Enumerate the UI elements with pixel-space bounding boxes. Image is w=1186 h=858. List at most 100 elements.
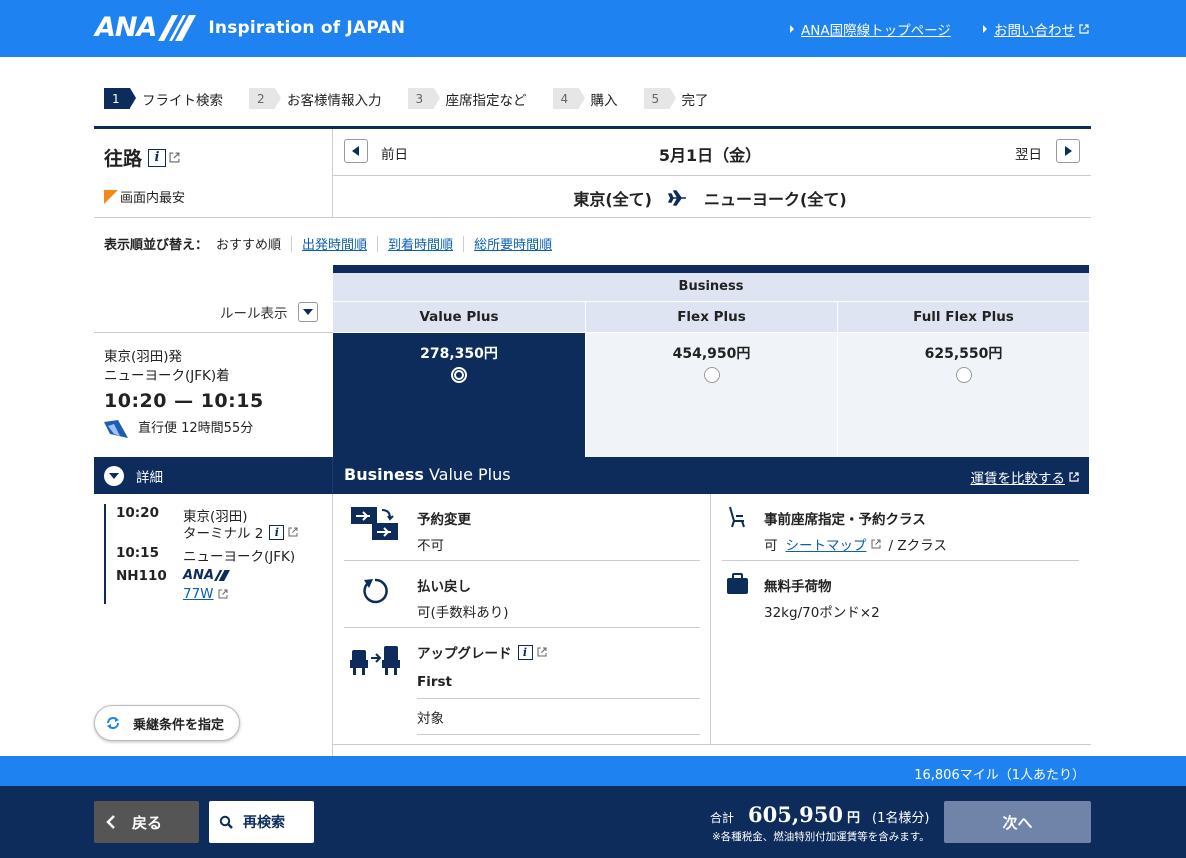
connection-conditions-label: 乗継条件を指定 [133, 717, 225, 733]
ana-logo[interactable]: ANA Inspiration of JAPAN [95, 12, 405, 43]
chevron-left-icon [106, 815, 115, 829]
arrow-right-icon [983, 25, 987, 33]
rule-display-toggle[interactable]: ルール表示 [220, 302, 318, 322]
fare-cell-flex-plus[interactable]: 454,950円 [586, 333, 837, 457]
rule-display-label: ルール表示 [220, 306, 288, 322]
logo-tagline: Inspiration of JAPAN [208, 17, 406, 38]
feature-value: 32kg/70ポンド×2 [764, 605, 880, 621]
arrival-airport: ニューヨーク(JFK)着 [104, 368, 230, 384]
step-complete: 5 完了 [643, 88, 709, 109]
flight-date: 5月1日（金） [658, 146, 762, 165]
miles-bar: 16,806マイル（1人あたり） [0, 756, 1186, 786]
feature-title-row: アップグレード i [417, 642, 547, 662]
back-button[interactable]: 戻る [94, 801, 199, 843]
site-header: ANA Inspiration of JAPAN ANA国際線トップページ お問… [0, 0, 1186, 57]
fare-price: 454,950円 [672, 346, 751, 362]
divider [463, 235, 465, 252]
step-customer-info: 2 お客様情報入力 [249, 88, 382, 109]
itinerary-dep-time: 10:20 [116, 505, 159, 521]
prev-day-label[interactable]: 前日 [381, 143, 408, 163]
cheapest-flag-icon [104, 189, 118, 204]
upgrade-class: First [417, 674, 452, 690]
total-amount: 605,950 [748, 802, 843, 827]
section-top-rule [94, 126, 1091, 129]
sort-arrival-link[interactable]: 到着時間順 [388, 234, 453, 253]
arrow-left-icon [352, 146, 359, 156]
airplane-icon [668, 190, 686, 206]
baggage-icon [727, 573, 748, 594]
sort-duration-link[interactable]: 総所要時間順 [474, 234, 552, 253]
step-number: 3 [407, 88, 440, 109]
search-icon [219, 815, 233, 829]
external-link-icon [288, 527, 298, 537]
feature-value: 不可 [417, 538, 444, 554]
cheapest-label: 画面内最安 [120, 191, 186, 206]
footer-bar: 戻る 再検索 合計 605,950 円 (1名様分) ※各種税金、燃油特別付加運… [0, 786, 1186, 858]
seat-icon [729, 506, 745, 528]
fare-radio-selected[interactable] [451, 367, 467, 383]
origin-destination: 東京(全て) ニューヨーク(全て) [560, 186, 860, 210]
fare-cell-full-flex-plus[interactable]: 625,550円 [838, 333, 1089, 457]
upgrade-seat-icon [350, 646, 400, 675]
prev-day-button[interactable] [344, 139, 368, 163]
external-link-icon [1069, 472, 1079, 482]
chevron-down-icon [104, 466, 124, 486]
connection-conditions-button[interactable]: 乗継条件を指定 [94, 705, 240, 741]
sort-current: おすすめ順 [216, 238, 282, 253]
total-currency: 円 [847, 811, 861, 826]
next-day-label[interactable]: 翌日 [1015, 143, 1042, 163]
next-button[interactable]: 次へ [944, 801, 1091, 843]
fare-price: 278,350円 [420, 346, 498, 362]
seatmap-link[interactable]: シートマップ [786, 534, 867, 554]
step-flight-search: 1 フライト検索 [104, 88, 223, 109]
step-number: 2 [249, 88, 281, 109]
seat-available: 可 [764, 538, 778, 554]
divider [377, 235, 379, 252]
ana-intl-top-link[interactable]: ANA国際線トップページ [790, 19, 951, 39]
sort-bar: 表示順並び替え： おすすめ順 出発時間順 到着時間順 総所要時間順 [104, 234, 552, 253]
fare-table-top-rule [333, 265, 1089, 273]
step-label: お客様情報入力 [287, 92, 382, 109]
research-button[interactable]: 再検索 [209, 801, 314, 843]
feature-title: アップグレード [417, 646, 512, 662]
sort-departure-link[interactable]: 出発時間順 [302, 234, 367, 253]
divider [332, 175, 1091, 176]
divider [332, 494, 333, 756]
chevron-down-icon[interactable] [297, 302, 318, 322]
divider [344, 627, 700, 628]
info-icon[interactable]: i [517, 644, 533, 660]
step-number: 4 [552, 88, 585, 109]
flight-summary: 東京(羽田)発 ニューヨーク(JFK)着 10:20 — 10:15 直行便 1… [104, 348, 264, 438]
compare-fares-link[interactable]: 運賃を比較する [971, 467, 1080, 487]
fare-cell-value-plus[interactable]: 278,350円 [333, 333, 585, 457]
itinerary-terminal-label: ターミナル 2 [183, 526, 264, 542]
fare-detail-fare-name: Value Plus [423, 465, 511, 484]
refresh-icon [107, 717, 119, 729]
cheapest-legend: 画面内最安 [104, 187, 185, 206]
fare-radio[interactable] [703, 367, 720, 383]
divider [417, 734, 700, 735]
fare-radio[interactable] [955, 367, 972, 383]
arrow-right-icon [790, 25, 794, 33]
cabin-header: Business [333, 273, 1089, 301]
feature-seat: 事前座席指定・予約クラス 可 シートマップ / Zクラス [764, 508, 947, 554]
fare-detail-cabin: Business [344, 465, 424, 484]
contact-link[interactable]: お問い合わせ [983, 19, 1089, 39]
fare-detail-title: Business Value Plus [344, 465, 511, 484]
feature-baggage: 無料手荷物 32kg/70ポンド×2 [764, 575, 880, 621]
departure-airport: 東京(羽田)発 [104, 349, 183, 365]
contact-label: お問い合わせ [994, 23, 1075, 39]
feature-value: 可(手数料あり) [417, 605, 509, 621]
ana-stripe-icon [214, 570, 231, 581]
external-link-icon [1079, 24, 1089, 34]
info-icon[interactable]: i [148, 148, 167, 167]
aircraft-link[interactable]: 77W [183, 586, 214, 602]
upgrade-eligibility: 対象 [417, 707, 444, 727]
feature-change: 予約変更 不可 [417, 508, 471, 554]
next-day-button[interactable] [1056, 139, 1080, 163]
itinerary-flight-no: NH110 [116, 568, 167, 584]
details-toggle[interactable]: 詳細 [104, 466, 163, 486]
fare-price: 625,550円 [924, 346, 1003, 362]
fare-header-full-flex-plus: Full Flex Plus [838, 302, 1089, 332]
info-icon[interactable]: i [269, 524, 285, 540]
